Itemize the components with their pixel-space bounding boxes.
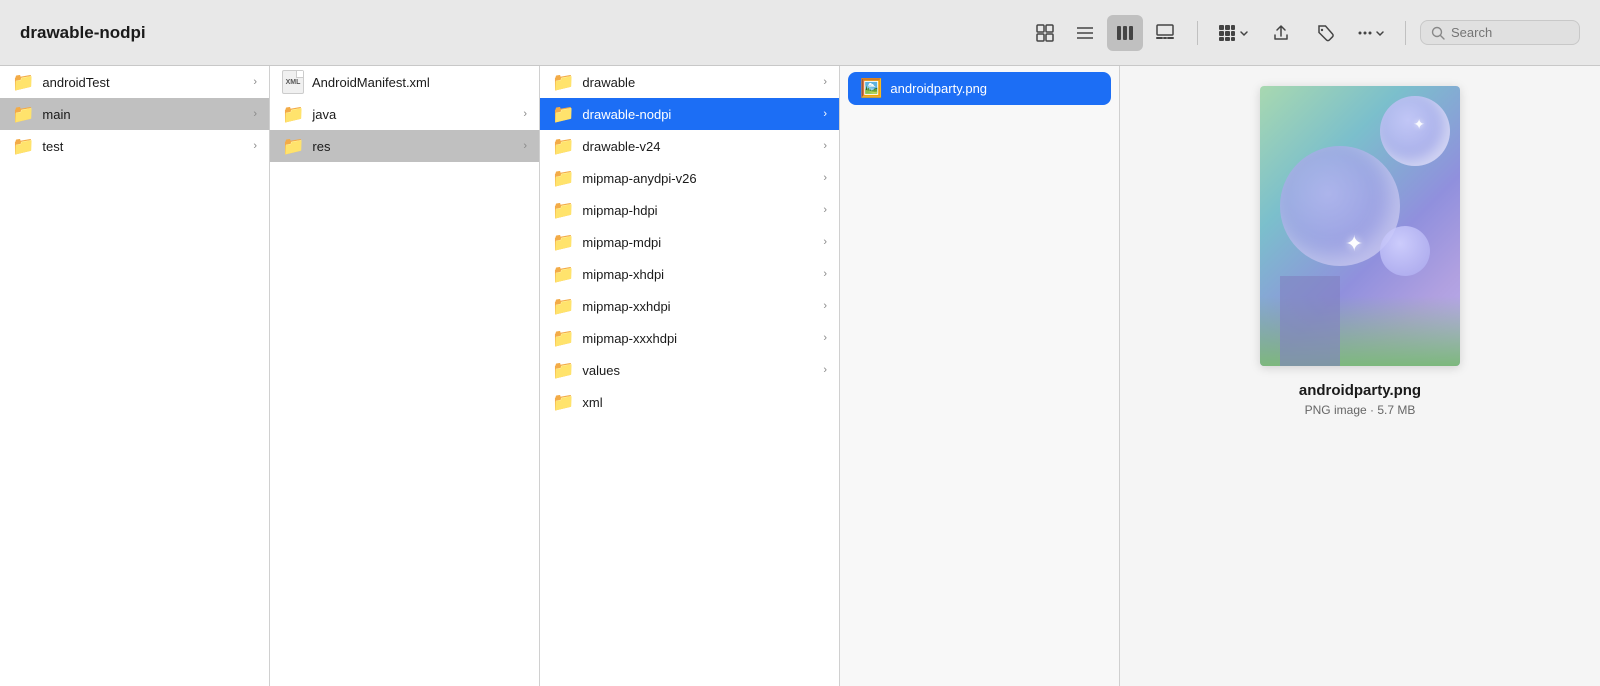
folder-icon: 📁 — [552, 201, 574, 219]
chevron-right-icon: › — [523, 140, 527, 152]
folder-icon: 📁 — [552, 137, 574, 155]
chevron-right-icon: › — [823, 268, 827, 280]
list-item[interactable]: 📁 main › — [0, 98, 269, 130]
toolbar-view-buttons — [1027, 15, 1183, 51]
tag-button[interactable] — [1307, 15, 1343, 51]
main-content: 📁 androidTest › 📁 main › 📁 test › XML An… — [0, 66, 1600, 686]
chevron-right-icon: › — [253, 140, 257, 152]
folder-icon: 📁 — [282, 137, 304, 155]
list-item[interactable]: 📁 drawable › — [540, 66, 839, 98]
toolbar: drawable-nodpi — [0, 0, 1600, 66]
list-item[interactable]: 📁 res › — [270, 130, 539, 162]
chevron-right-icon: › — [823, 76, 827, 88]
search-icon — [1431, 26, 1445, 40]
folder-icon: 📁 — [552, 233, 574, 251]
chevron-right-icon: › — [823, 364, 827, 376]
bottom-purple-overlay — [1280, 276, 1340, 366]
folder-icon: 📁 — [552, 169, 574, 187]
png-file-icon: 🖼️ — [860, 78, 882, 99]
folder-icon: 📁 — [552, 361, 574, 379]
share-button[interactable] — [1263, 15, 1299, 51]
list-item[interactable]: 📁 mipmap-xxxhdpi › — [540, 322, 839, 354]
search-input[interactable] — [1451, 25, 1561, 40]
column-3: 📁 drawable › 📁 drawable-nodpi › 📁 drawab… — [540, 66, 840, 686]
toolbar-divider-2 — [1405, 21, 1406, 45]
column-view-button[interactable] — [1107, 15, 1143, 51]
chevron-right-icon: › — [253, 76, 257, 88]
folder-icon: 📁 — [552, 393, 574, 411]
chevron-right-icon: › — [823, 300, 827, 312]
folder-icon: 📁 — [552, 105, 574, 123]
blob-2: ✦ — [1380, 96, 1450, 166]
chevron-right-icon: › — [823, 172, 827, 184]
folder-icon: 📁 — [552, 265, 574, 283]
chevron-right-icon: › — [823, 108, 827, 120]
sparkle-icon: ✦ — [1345, 231, 1363, 257]
folder-icon: 📁 — [282, 105, 304, 123]
chevron-right-icon: › — [523, 108, 527, 120]
list-item[interactable]: 📁 mipmap-xxhdpi › — [540, 290, 839, 322]
folder-icon: 📁 — [12, 73, 34, 91]
list-item[interactable]: 📁 xml — [540, 386, 839, 418]
list-view-button[interactable] — [1067, 15, 1103, 51]
folder-icon: 📁 — [12, 105, 34, 123]
chevron-right-icon: › — [823, 204, 827, 216]
folder-icon: 📁 — [12, 137, 34, 155]
column-1: 📁 androidTest › 📁 main › 📁 test › — [0, 66, 270, 686]
chevron-right-icon: › — [253, 108, 257, 120]
list-item[interactable]: 📁 mipmap-hdpi › — [540, 194, 839, 226]
grid-view-button[interactable] — [1027, 15, 1063, 51]
more-options-button[interactable] — [1351, 15, 1391, 51]
preview-filename: androidparty.png — [1299, 382, 1421, 399]
column-4: 🖼️ androidparty.png — [840, 66, 1120, 686]
blob-3 — [1380, 226, 1430, 276]
list-item[interactable]: 📁 androidTest › — [0, 66, 269, 98]
folder-icon: 📁 — [552, 73, 574, 91]
list-item[interactable]: 📁 mipmap-anydpi-v26 › — [540, 162, 839, 194]
window-title: drawable-nodpi — [20, 23, 146, 43]
gallery-view-button[interactable] — [1147, 15, 1183, 51]
chevron-right-icon: › — [823, 140, 827, 152]
column-2: XML AndroidManifest.xml 📁 java › 📁 res › — [270, 66, 540, 686]
folder-icon: 📁 — [552, 329, 574, 347]
list-item[interactable]: 📁 drawable-v24 › — [540, 130, 839, 162]
sparkle2-icon: ✦ — [1413, 116, 1425, 133]
search-bar — [1420, 20, 1580, 45]
list-item[interactable]: 📁 mipmap-mdpi › — [540, 226, 839, 258]
list-item[interactable]: 📁 test › — [0, 130, 269, 162]
toolbar-divider-1 — [1197, 21, 1198, 45]
preview-meta: PNG image · 5.7 MB — [1305, 403, 1416, 417]
chevron-right-icon: › — [823, 332, 827, 344]
list-item[interactable]: 📁 values › — [540, 354, 839, 386]
list-item[interactable]: 📁 java › — [270, 98, 539, 130]
selected-file-name: androidparty.png — [890, 81, 987, 96]
list-item[interactable]: 📁 drawable-nodpi › — [540, 98, 839, 130]
preview-image: ✦ ✦ — [1260, 86, 1460, 366]
chevron-right-icon: › — [823, 236, 827, 248]
xml-file-icon: XML — [282, 70, 304, 94]
list-item[interactable]: 📁 mipmap-xhdpi › — [540, 258, 839, 290]
folder-icon: 📁 — [552, 297, 574, 315]
preview-pane: ✦ ✦ androidparty.png PNG image · 5.7 MB — [1120, 66, 1600, 686]
selected-file-chip[interactable]: 🖼️ androidparty.png — [848, 72, 1111, 105]
app-grid-button[interactable] — [1212, 15, 1255, 51]
list-item[interactable]: XML AndroidManifest.xml — [270, 66, 539, 98]
